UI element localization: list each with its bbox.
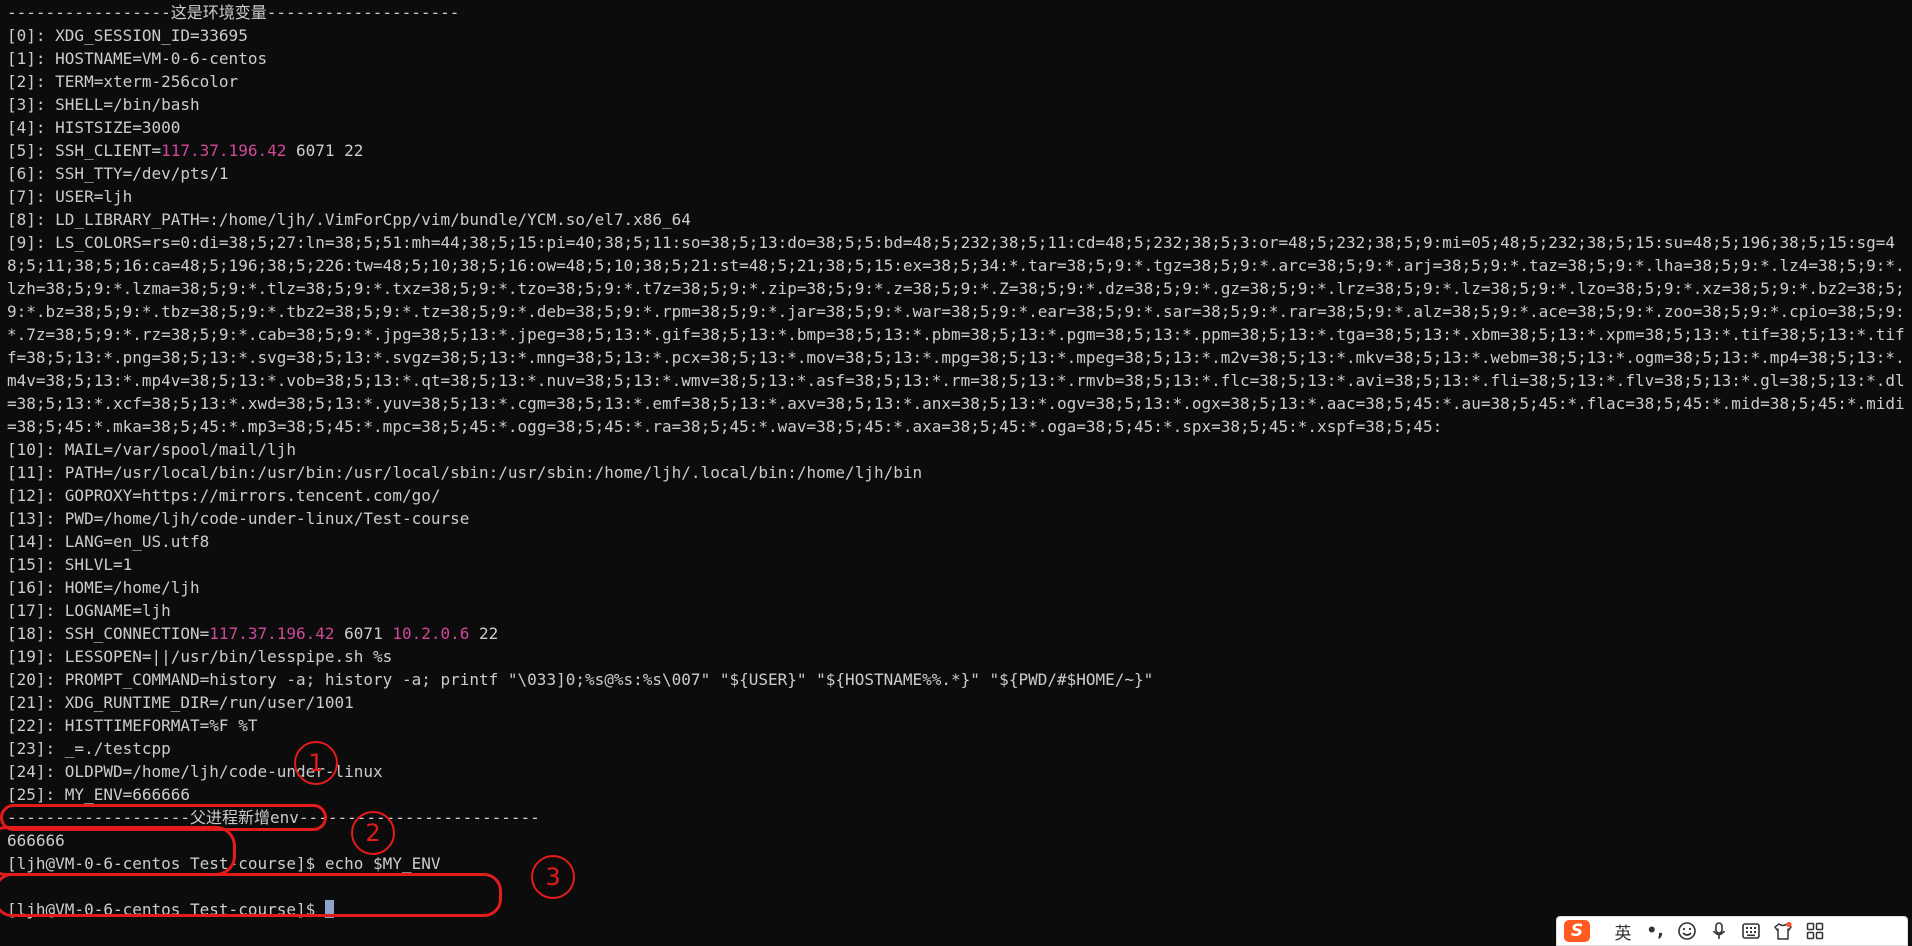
ime-logo-button[interactable]: S <box>1561 917 1593 945</box>
ime-emoji-button[interactable] <box>1671 917 1703 945</box>
annotation-number-3: 3 <box>531 855 575 899</box>
env-line: [24]: OLDPWD=/home/ljh/code-under-linux <box>7 762 383 781</box>
env-line: [7]: USER=ljh <box>7 187 133 206</box>
microphone-icon <box>1712 922 1726 939</box>
punctuation-icon: •, <box>1646 921 1664 941</box>
env-line-ls-colors: [9]: LS_COLORS=rs=0:di=38;5;27:ln=38;5;5… <box>7 233 1905 436</box>
env-line: [3]: SHELL=/bin/bash <box>7 95 200 114</box>
env-line: [1]: HOSTNAME=VM-0-6-centos <box>7 49 268 68</box>
env-line: [15]: SHLVL=1 <box>7 555 133 574</box>
env-line: [19]: LESSOPEN=||/usr/bin/lesspipe.sh %s <box>7 647 393 666</box>
terminal-output[interactable]: -----------------这是环境变量-----------------… <box>7 1 1905 921</box>
env-line: [21]: XDG_RUNTIME_DIR=/run/user/1001 <box>7 693 354 712</box>
env-line: [16]: HOME=/home/ljh <box>7 578 200 597</box>
env-line: [20]: PROMPT_COMMAND=history -a; history… <box>7 670 1154 689</box>
env-line-ssh-connection: [18]: SSH_CONNECTION=117.37.196.42 6071 … <box>7 622 1905 645</box>
annotation-number-2: 2 <box>351 811 395 855</box>
env-line: [0]: XDG_SESSION_ID=33695 <box>7 26 248 45</box>
ime-keyboard-button[interactable] <box>1735 917 1767 945</box>
env-value: 6071 22 <box>286 141 364 160</box>
env-value: 6071 <box>334 624 393 643</box>
env-line: [14]: LANG=en_US.utf8 <box>7 532 210 551</box>
ime-skin-button[interactable] <box>1767 917 1799 945</box>
env-header-line: -----------------这是环境变量-----------------… <box>7 3 460 22</box>
env-line: [12]: GOPROXY=https://mirrors.tencent.co… <box>7 486 441 505</box>
echo-output-line: 666666 <box>7 831 65 850</box>
emoji-icon <box>1678 922 1696 940</box>
env-line: [6]: SSH_TTY=/dev/pts/1 <box>7 164 229 183</box>
env-key: [18]: SSH_CONNECTION= <box>7 624 210 643</box>
env-line-ssh-client: [5]: SSH_CLIENT=117.37.196.42 6071 22 <box>7 139 1905 162</box>
annotation-box-output <box>0 826 236 876</box>
ime-voice-button[interactable] <box>1703 917 1735 945</box>
env-line: [22]: HISTTIMEFORMAT=%F %T <box>7 716 258 735</box>
grid-icon <box>1806 922 1824 940</box>
annotation-number-1: 1 <box>294 741 338 785</box>
skin-icon <box>1774 921 1792 940</box>
env-value: 22 <box>469 624 499 643</box>
env-key: [5]: SSH_CLIENT= <box>7 141 162 160</box>
ime-toolbar[interactable]: S 英 •, <box>1556 916 1908 946</box>
ime-language-toggle[interactable]: 英 <box>1607 917 1639 945</box>
ime-toolbox-button[interactable] <box>1799 917 1831 945</box>
env-line: [13]: PWD=/home/ljh/code-under-linux/Tes… <box>7 509 470 528</box>
env-line: [2]: TERM=xterm-256color <box>7 72 239 91</box>
env-line-my-env: [25]: MY_ENV=666666 <box>7 785 191 804</box>
keyboard-icon <box>1742 923 1760 939</box>
env-line: [23]: _=./testcpp <box>7 739 171 758</box>
ime-punctuation-toggle[interactable]: •, <box>1639 917 1671 945</box>
ip-address: 10.2.0.6 <box>392 624 470 643</box>
env-line: [10]: MAIL=/var/spool/mail/ljh <box>7 440 296 459</box>
echo-command-line: [ljh@VM-0-6-centos Test-course]$ echo $M… <box>7 854 441 873</box>
annotation-box-echo <box>0 873 502 917</box>
env-line: [11]: PATH=/usr/local/bin:/usr/bin:/usr/… <box>7 463 923 482</box>
env-line: [4]: HISTSIZE=3000 <box>7 118 181 137</box>
env-line: [8]: LD_LIBRARY_PATH=:/home/ljh/.VimForC… <box>7 210 691 229</box>
sogou-logo-icon: S <box>1564 920 1590 942</box>
ime-language-label: 英 <box>1614 923 1632 944</box>
env-line: [17]: LOGNAME=ljh <box>7 601 171 620</box>
ip-address: 117.37.196.42 <box>161 141 287 160</box>
ip-address: 117.37.196.42 <box>209 624 335 643</box>
